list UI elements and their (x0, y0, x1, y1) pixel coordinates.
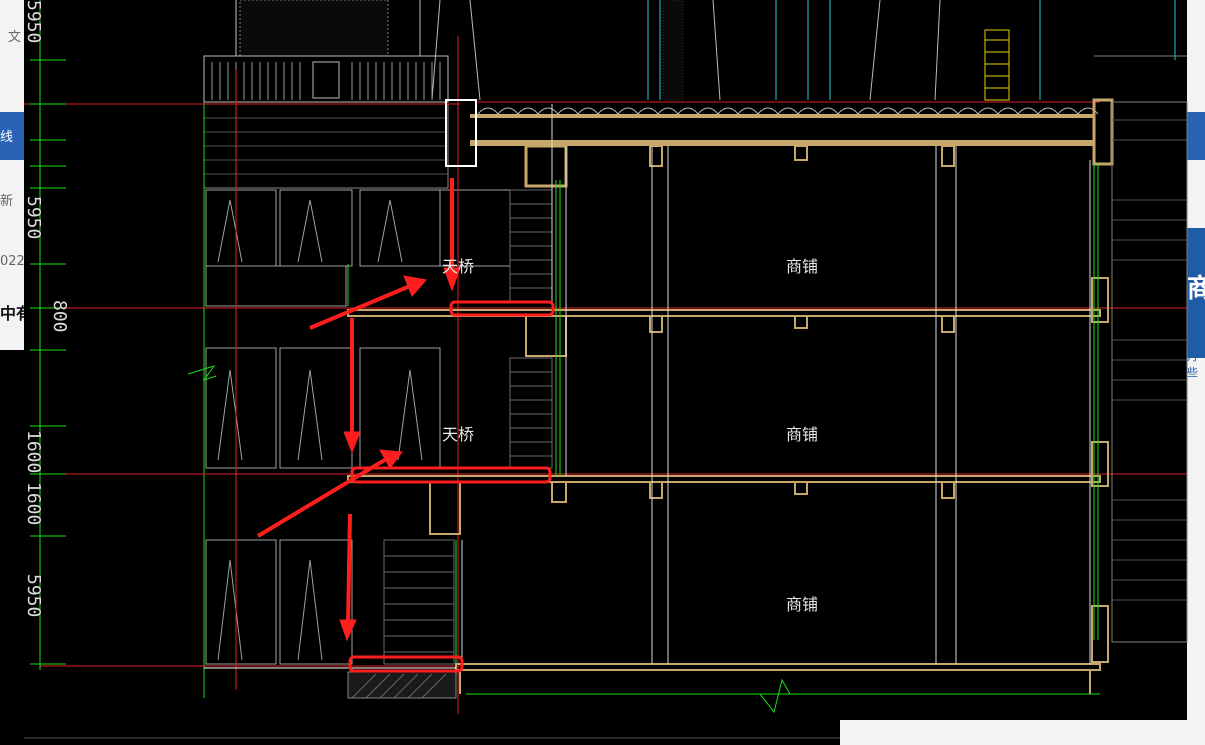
shop-label-lower: 商铺 (786, 595, 818, 614)
drawing-background (24, 0, 1187, 745)
dimension-mid-1: 1600 (23, 430, 44, 473)
bridge-label-upper: 天桥 (442, 257, 474, 276)
bottom-background-strip (840, 720, 1187, 745)
dimension-800: 800 (49, 300, 70, 333)
cad-drawing-canvas[interactable]: 文 线 新 022 中有 商 丹些 800 5950 1600 5950 160… (0, 0, 1205, 745)
bridge-label-middle: 天桥 (442, 425, 474, 444)
dimension-low-2: 5950 (23, 574, 44, 617)
shop-label-upper: 商铺 (786, 257, 818, 276)
dimension-top: 5950 (23, 0, 44, 43)
section-drawing: 800 5950 1600 5950 1600 5950 天桥 天桥 商铺 商铺… (23, 0, 1188, 745)
dimension-mid-2: 5950 (23, 196, 44, 239)
shop-label-middle: 商铺 (786, 425, 818, 444)
dimension-low-1: 1600 (23, 482, 44, 525)
